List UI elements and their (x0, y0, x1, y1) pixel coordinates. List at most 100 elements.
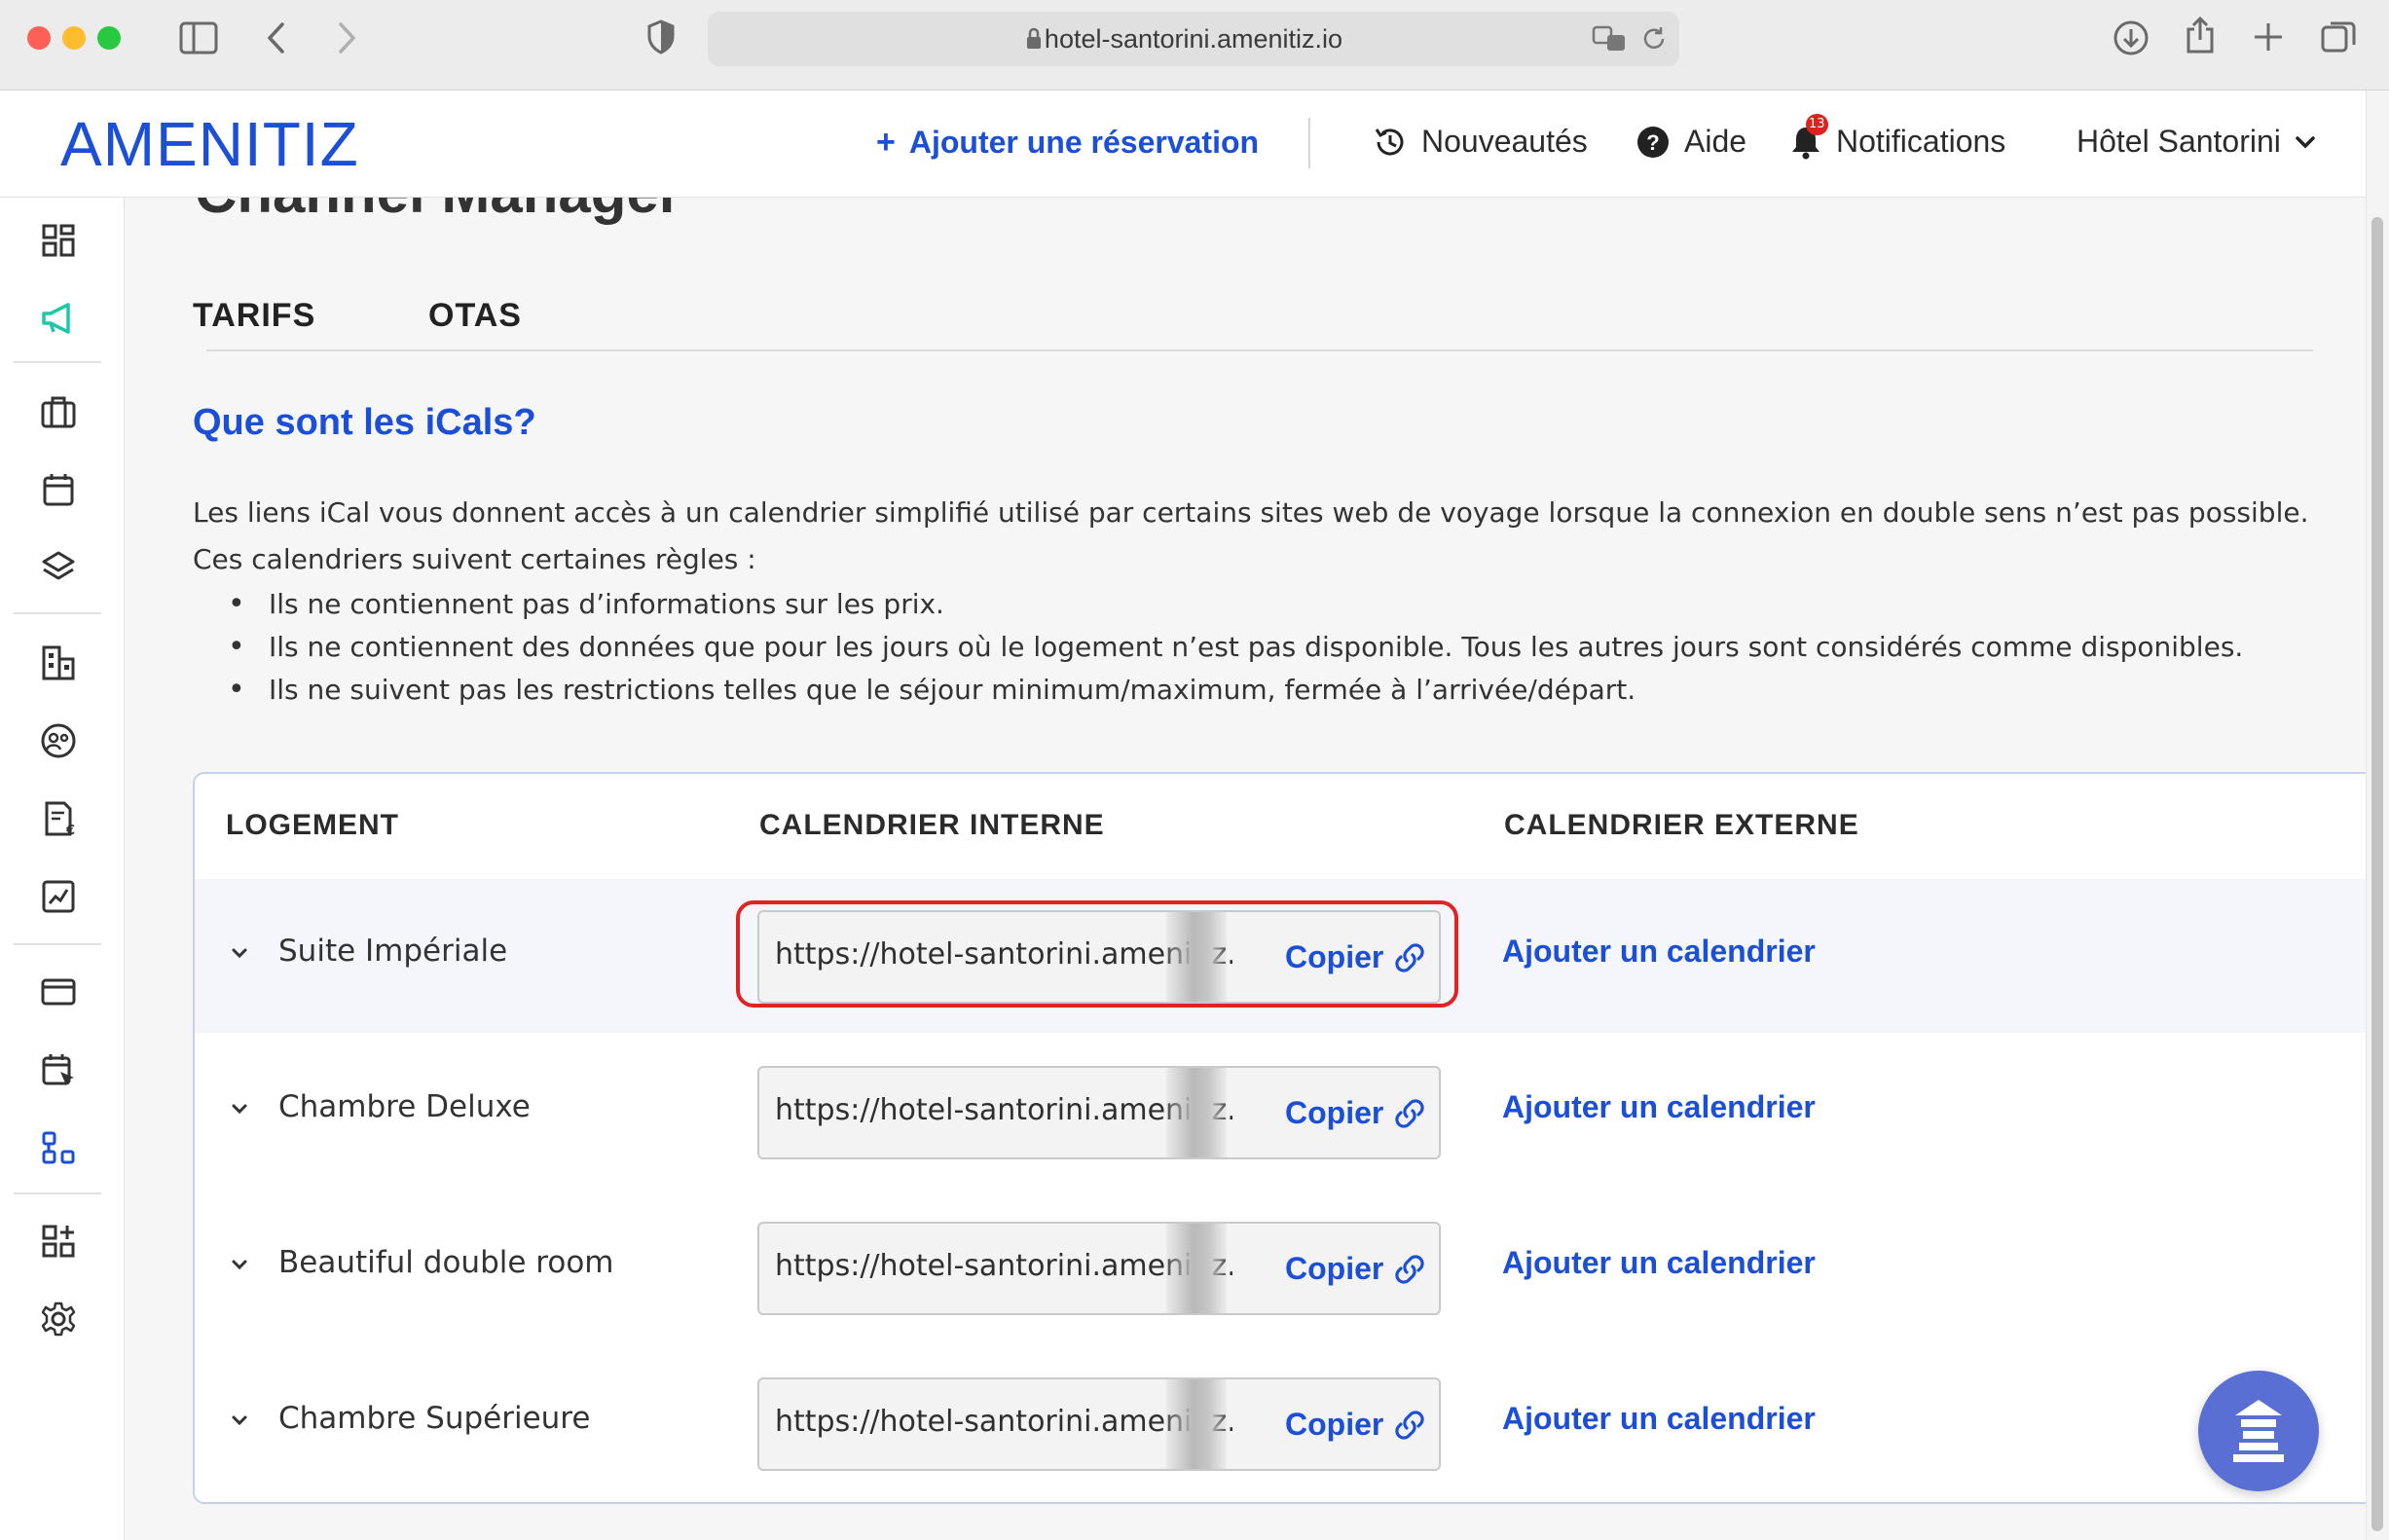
ical-description: Les liens iCal vous donnent accès à un c… (193, 490, 2366, 712)
chevron-down-icon[interactable] (230, 1411, 249, 1430)
list-item: Ils ne suivent pas les restrictions tell… (228, 669, 2366, 712)
ical-url-field[interactable]: https://hotel-santorini.amenitiz. Copier (757, 910, 1441, 1004)
amenitiz-logo[interactable]: AMENITIZ (60, 108, 359, 180)
ical-url: https://hotel-santorini.amenitiz. (775, 1249, 1232, 1283)
back-arrow-icon[interactable] (265, 21, 288, 55)
guests-icon[interactable] (39, 721, 78, 760)
close-window-button[interactable] (27, 26, 51, 50)
share-icon[interactable] (2185, 16, 2216, 55)
dashboard-icon[interactable] (39, 221, 78, 260)
table-row: Chambre Supérieure https://hotel-santori… (195, 1346, 2366, 1500)
intro-line-2: Ces calendriers suivent certaines règles… (193, 543, 756, 575)
sidebar-toggle-icon[interactable] (179, 21, 218, 55)
maximize-window-button[interactable] (97, 26, 121, 50)
svg-text:€: € (65, 824, 75, 838)
room-name: Chambre Supérieure (278, 1401, 591, 1436)
chevron-down-icon (2296, 135, 2315, 148)
building-icon[interactable] (39, 643, 78, 682)
section-title: Que sont les iCals? (193, 402, 536, 443)
add-reservation-button[interactable]: + Ajouter une réservation (876, 124, 1259, 162)
browser-toolbar: hotel-santorini.amenitiz.io (0, 0, 2389, 91)
ical-url: https://hotel-santorini.amenitiz. (775, 1405, 1232, 1439)
tab-overview-icon[interactable] (2321, 19, 2356, 55)
channel-manager-icon[interactable] (39, 1128, 78, 1167)
room-name: Beautiful double room (278, 1245, 614, 1280)
copy-button[interactable]: Copier (1285, 1095, 1426, 1131)
chevron-down-icon[interactable] (230, 943, 249, 963)
list-item: Ils ne contiennent des données que pour … (228, 626, 2366, 669)
whats-new-label: Nouveautés (1421, 124, 1588, 159)
ical-url: https://hotel-santorini.amenitiz. (775, 1093, 1232, 1127)
header-divider (1308, 118, 1310, 168)
column-header-logement: LOGEMENT (226, 809, 399, 841)
room-name: Chambre Deluxe (278, 1089, 531, 1124)
notifications-label: Notifications (1836, 124, 2006, 159)
sidebar-divider (14, 1192, 101, 1194)
table-row: Chambre Deluxe https://hotel-santorini.a… (195, 1035, 2366, 1189)
sidebar: € (0, 198, 125, 1540)
link-icon (1395, 1254, 1424, 1284)
add-calendar-link[interactable]: Ajouter un calendrier (1502, 1245, 1816, 1281)
page-scrollbar[interactable] (2366, 91, 2389, 1540)
table-row: Beautiful double room https://hotel-sant… (195, 1191, 2366, 1344)
translate-icon[interactable] (1592, 25, 1627, 53)
add-apps-icon[interactable] (39, 1222, 78, 1261)
add-calendar-link[interactable]: Ajouter un calendrier (1502, 934, 1816, 970)
support-chat-button[interactable] (2198, 1371, 2319, 1491)
help-label: Aide (1684, 124, 1747, 159)
add-calendar-link[interactable]: Ajouter un calendrier (1502, 1401, 1816, 1437)
invoice-icon[interactable]: € (39, 799, 78, 838)
table-row: Suite Impériale https://hotel-santorini.… (195, 879, 2366, 1033)
link-icon (1395, 1410, 1424, 1440)
privacy-shield-icon[interactable] (646, 19, 676, 55)
layers-icon[interactable] (39, 548, 78, 587)
chevron-down-icon[interactable] (230, 1255, 249, 1274)
reload-icon[interactable] (1640, 25, 1668, 53)
copy-label: Copier (1285, 1407, 1384, 1442)
redaction-blur (1166, 1224, 1227, 1313)
tabs-underline (206, 349, 2313, 351)
tab-tarifs[interactable]: TARIFS (193, 297, 315, 335)
minimize-window-button[interactable] (62, 26, 86, 50)
download-icon[interactable] (2113, 19, 2150, 56)
megaphone-icon[interactable] (39, 299, 78, 338)
new-tab-icon[interactable] (2253, 21, 2284, 53)
add-calendar-link[interactable]: Ajouter un calendrier (1502, 1089, 1816, 1125)
address-bar[interactable]: hotel-santorini.amenitiz.io (708, 12, 1679, 66)
url-text: hotel-santorini.amenitiz.io (1044, 24, 1343, 54)
link-icon (1395, 1098, 1424, 1128)
chevron-down-icon[interactable] (230, 1099, 249, 1118)
payment-card-icon[interactable] (39, 972, 78, 1011)
calendar-icon[interactable] (39, 470, 78, 509)
copy-button[interactable]: Copier (1285, 939, 1426, 975)
ical-url-field[interactable]: https://hotel-santorini.amenitiz. Copier (757, 1066, 1441, 1159)
copy-label: Copier (1285, 939, 1384, 974)
briefcase-icon[interactable] (39, 392, 78, 431)
main-content: Channel Manager TARIFS OTAS Que sont les… (127, 198, 2366, 1540)
sidebar-divider (14, 361, 101, 363)
question-icon: ? (1637, 126, 1669, 158)
copy-button[interactable]: Copier (1285, 1407, 1426, 1443)
forward-arrow-icon[interactable] (335, 21, 358, 55)
gear-icon[interactable] (39, 1300, 78, 1338)
app-header: AMENITIZ + Ajouter une réservation Nouve… (0, 91, 2366, 198)
svg-text:?: ? (1646, 130, 1659, 155)
tab-otas[interactable]: OTAS (428, 297, 522, 335)
hotel-selector[interactable]: Hôtel Santorini (2077, 124, 2316, 160)
column-header-internal-calendar: CALENDRIER INTERNE (759, 809, 1105, 841)
ical-url-field[interactable]: https://hotel-santorini.amenitiz. Copier (757, 1377, 1441, 1471)
ical-table: LOGEMENT CALENDRIER INTERNE CALENDRIER E… (193, 772, 2366, 1504)
sidebar-divider (14, 612, 101, 614)
notifications-badge: 13 (1806, 114, 1828, 135)
help-link[interactable]: ? Aide (1636, 124, 1746, 160)
scrollbar-thumb[interactable] (2371, 217, 2383, 1531)
page-title: Channel Manager (195, 198, 681, 226)
room-name: Suite Impériale (278, 934, 508, 969)
plus-icon: + (876, 124, 896, 161)
copy-button[interactable]: Copier (1285, 1251, 1426, 1287)
chart-icon[interactable] (39, 877, 78, 916)
calendar-pointer-icon[interactable] (39, 1050, 78, 1089)
intro-line-1: Les liens iCal vous donnent accès à un c… (193, 496, 2309, 529)
whats-new-link[interactable]: Nouveautés (1373, 124, 1588, 160)
ical-url-field[interactable]: https://hotel-santorini.amenitiz. Copier (757, 1222, 1441, 1315)
